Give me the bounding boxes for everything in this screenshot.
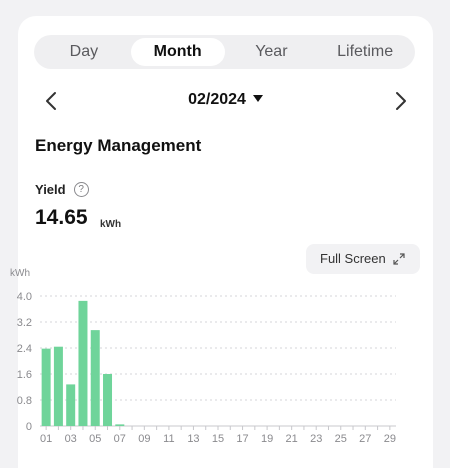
tab-lifetime[interactable]: Lifetime [318, 38, 412, 66]
full-screen-label: Full Screen [320, 251, 386, 266]
tab-day[interactable]: Day [37, 38, 131, 66]
energy-card: Day Month Year Lifetime 02/2024 Energy M… [18, 16, 433, 468]
period-segmented-control: Day Month Year Lifetime [34, 35, 415, 69]
chevron-right-icon[interactable] [390, 90, 410, 112]
section-title: Energy Management [35, 136, 202, 155]
caret-down-icon [252, 95, 263, 102]
yield-label: Yield [35, 182, 66, 197]
tab-month[interactable]: Month [130, 38, 225, 66]
yield-value: 14.65 [35, 206, 88, 229]
yield-label-row: Yield ? [35, 182, 89, 197]
date-value: 02/2024 [188, 91, 246, 108]
date-picker[interactable]: 02/2024 [18, 91, 433, 109]
help-icon[interactable]: ? [73, 182, 89, 197]
tab-year[interactable]: Year [225, 38, 319, 66]
date-navigator: 02/2024 [18, 88, 433, 114]
expand-icon [393, 253, 405, 265]
yield-unit: kWh [100, 219, 122, 230]
full-screen-button[interactable]: Full Screen [306, 244, 420, 274]
